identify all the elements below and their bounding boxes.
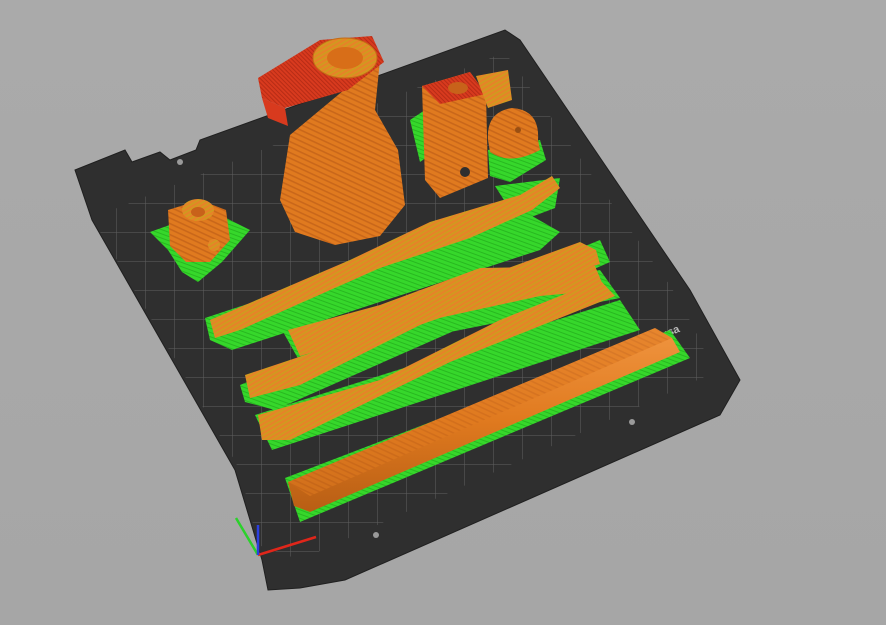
3d-viewport[interactable]: Prusa bbox=[0, 0, 886, 625]
bed-hole bbox=[177, 159, 183, 165]
scene-svg[interactable]: Prusa bbox=[0, 0, 886, 625]
bed-hole bbox=[629, 419, 635, 425]
bed-hole bbox=[373, 532, 379, 538]
